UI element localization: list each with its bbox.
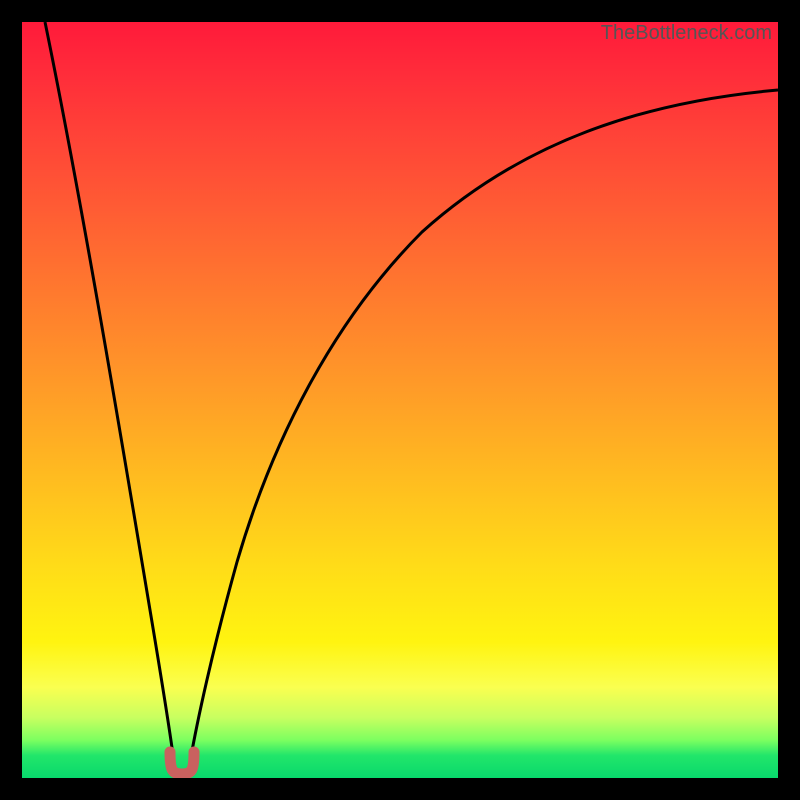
chart-overlay bbox=[22, 22, 778, 778]
watermark-text: TheBottleneck.com bbox=[601, 22, 772, 45]
curve-right bbox=[190, 90, 778, 762]
curve-left bbox=[45, 22, 174, 762]
chart-frame: TheBottleneck.com bbox=[0, 0, 800, 800]
valley-marker-icon bbox=[170, 752, 194, 774]
